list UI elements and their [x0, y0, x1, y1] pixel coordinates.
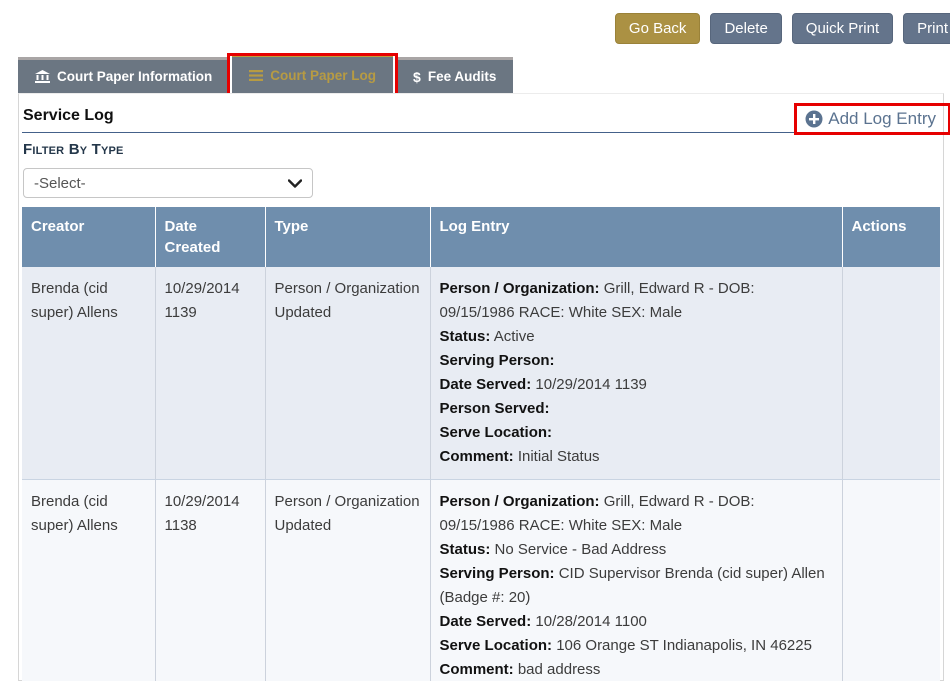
add-log-entry-label: Add Log Entry [828, 109, 936, 129]
log-line: Serving Person: CID Supervisor Brenda (c… [440, 562, 833, 610]
filter-by-type-label: Filter By Type [23, 141, 940, 158]
tab-label: Court Paper Log [270, 68, 376, 83]
log-entry-cell: Person / Organization: Grill, Edward R -… [430, 267, 842, 480]
log-line: Status: Active [440, 325, 833, 349]
log-line: Status: No Service - Bad Address [440, 538, 833, 562]
actions-cell [842, 480, 940, 681]
delete-button[interactable]: Delete [710, 13, 781, 44]
plus-circle-icon [805, 110, 823, 128]
go-back-button[interactable]: Go Back [615, 13, 701, 44]
log-line: Serve Location: [440, 421, 833, 445]
dollar-icon: $ [413, 69, 421, 85]
tab-bar: Court Paper Information Court Paper Log … [18, 53, 513, 93]
tab-label: Fee Audits [428, 69, 497, 84]
add-log-entry-button[interactable]: Add Log Entry [794, 103, 950, 135]
creator-cell: Brenda (cid super) Allens [22, 267, 155, 480]
print-button[interactable]: Print [903, 13, 950, 44]
log-entry-cell: Person / Organization: Grill, Edward R -… [430, 480, 842, 681]
table-row: Brenda (cid super) Allens 10/29/2014 113… [22, 267, 940, 480]
tab-fee-audits[interactable]: $ Fee Audits [396, 57, 513, 93]
type-cell: Person / Organization Updated [265, 267, 430, 480]
content-panel: Service Log Add Log Entry Filter By Type… [18, 93, 944, 681]
log-line: Person Served: [440, 397, 833, 421]
filter-type-select[interactable]: -Select- [23, 168, 313, 198]
bank-icon [35, 70, 50, 83]
select-value: -Select- [34, 175, 86, 192]
type-cell: Person / Organization Updated [265, 480, 430, 681]
creator-cell: Brenda (cid super) Allens [22, 480, 155, 681]
table-header-row: Creator Date Created Type Log Entry Acti… [22, 207, 940, 267]
column-header-creator: Creator [22, 207, 155, 267]
tab-label: Court Paper Information [57, 69, 212, 84]
table-row: Brenda (cid super) Allens 10/29/2014 113… [22, 480, 940, 681]
tab-court-paper-information[interactable]: Court Paper Information [18, 57, 229, 93]
log-line: Serving Person: [440, 349, 833, 373]
log-line: Person / Organization: Grill, Edward R -… [440, 490, 833, 538]
log-line: Comment: Initial Status [440, 445, 833, 469]
column-header-date-created: Date Created [155, 207, 265, 267]
log-line: Comment: bad address [440, 658, 833, 681]
toolbar: Go Back Delete Quick Print Print [615, 13, 950, 44]
log-line: Serve Location: 106 Orange ST Indianapol… [440, 634, 833, 658]
date-created-cell: 10/29/2014 1139 [155, 267, 265, 480]
log-line: Date Served: 10/29/2014 1139 [440, 373, 833, 397]
tab-court-paper-log[interactable]: Court Paper Log [232, 53, 393, 93]
date-created-cell: 10/29/2014 1138 [155, 480, 265, 681]
chevron-down-icon [288, 179, 302, 188]
actions-cell [842, 267, 940, 480]
log-line: Person / Organization: Grill, Edward R -… [440, 277, 833, 325]
list-icon [249, 70, 263, 81]
column-header-actions: Actions [842, 207, 940, 267]
column-header-log-entry: Log Entry [430, 207, 842, 267]
column-header-type: Type [265, 207, 430, 267]
service-log-table: Creator Date Created Type Log Entry Acti… [22, 207, 940, 681]
log-line: Date Served: 10/28/2014 1100 [440, 610, 833, 634]
quick-print-button[interactable]: Quick Print [792, 13, 893, 44]
